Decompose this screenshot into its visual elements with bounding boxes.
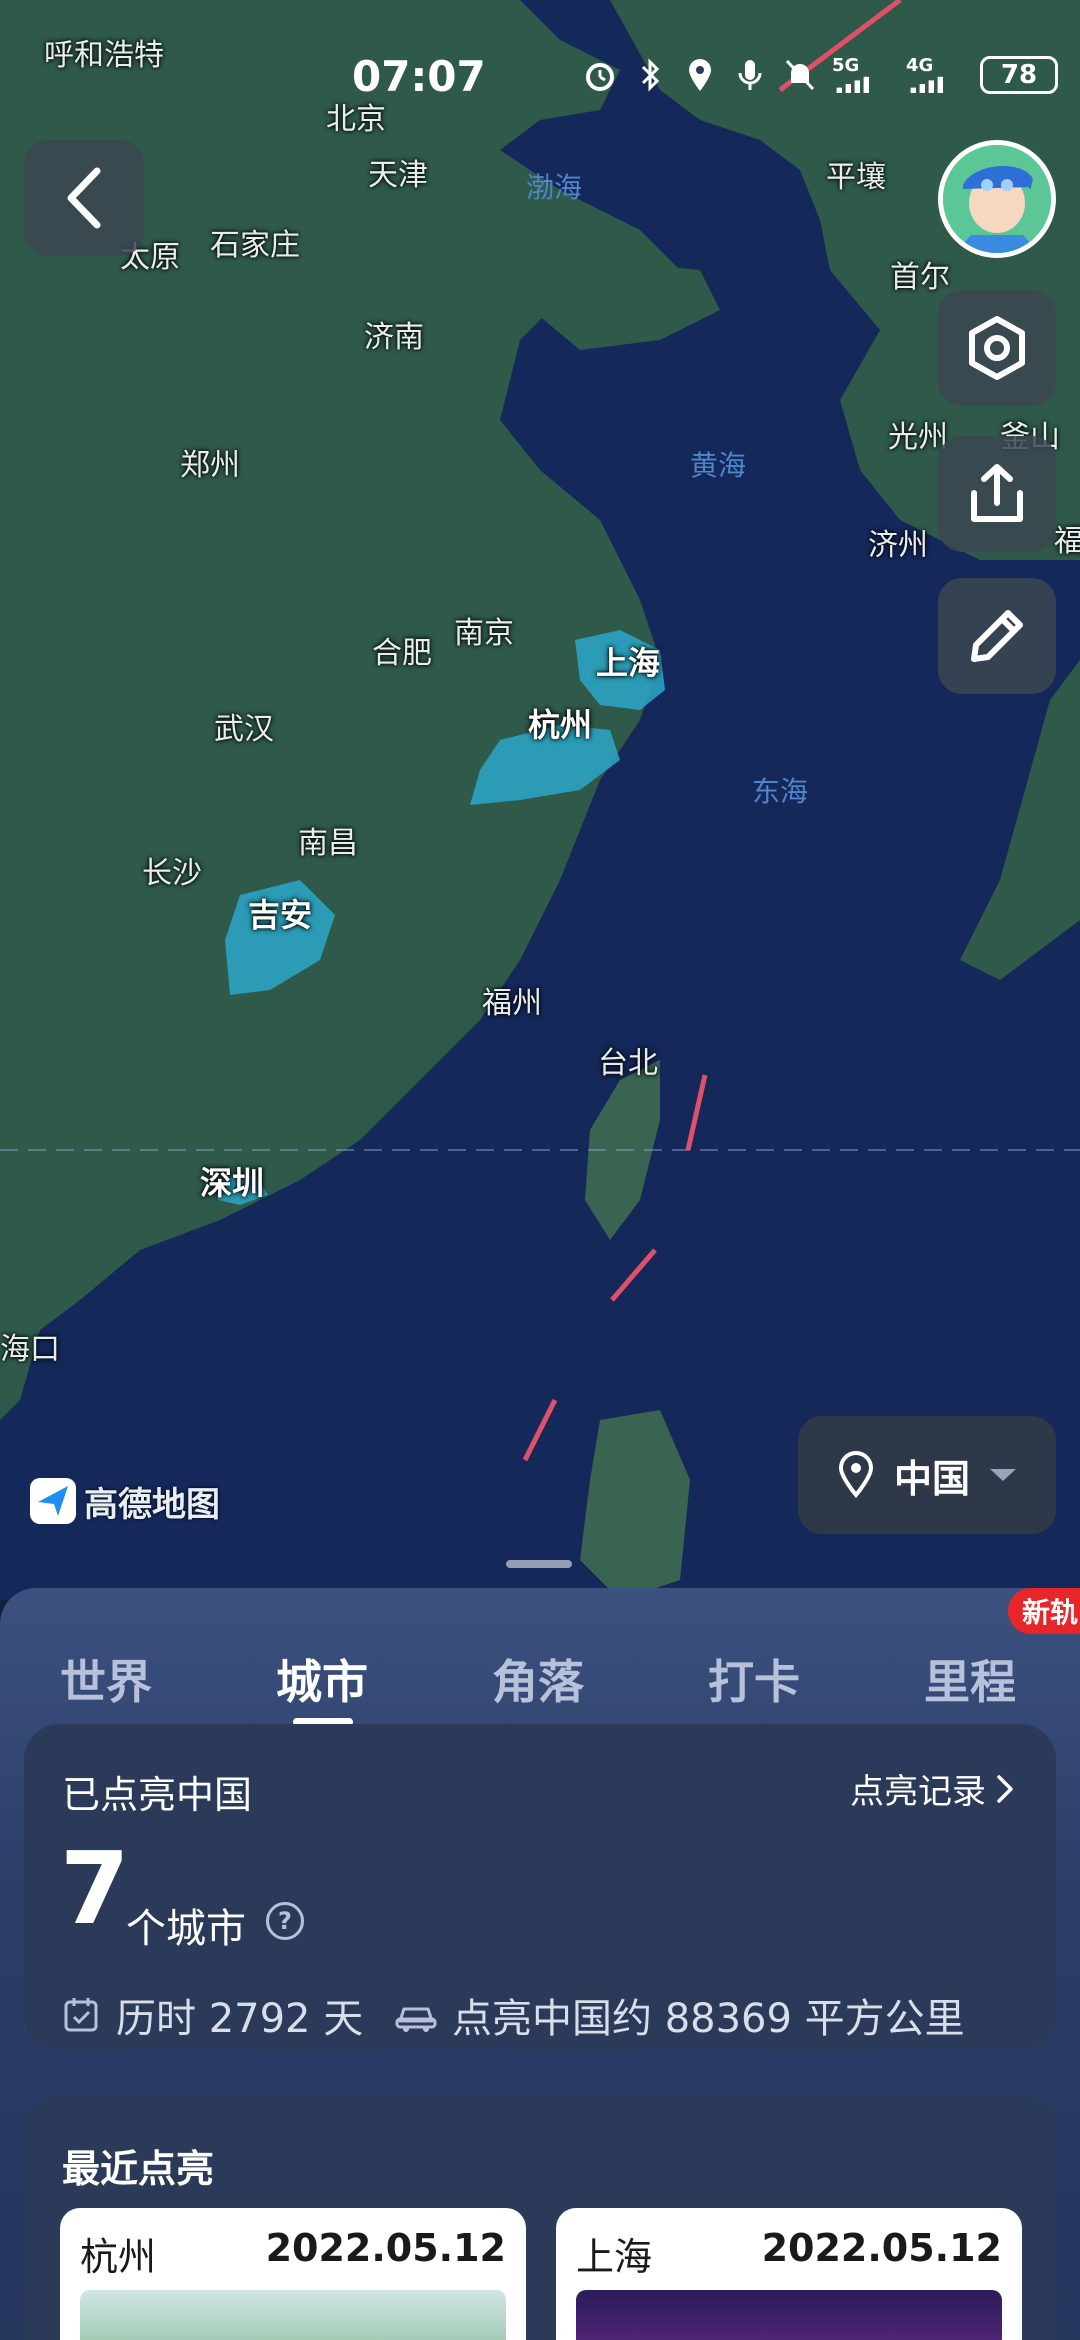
- map-label-zhengzhou: 郑州: [180, 448, 240, 483]
- amap-logo-icon: [30, 1478, 76, 1524]
- map-label-jinan: 济南: [364, 320, 424, 355]
- settings-hexagon-icon: [969, 316, 1025, 380]
- recent-item-photo: [80, 2290, 506, 2340]
- map-label-pyongyang: 平壤: [826, 160, 886, 195]
- network-4g-label: 4G: [906, 55, 934, 76]
- stat-days-text: 历时 2792 天: [116, 1996, 364, 2042]
- recent-title: 最近点亮: [62, 2147, 215, 2191]
- recent-item-shanghai[interactable]: 上海 2022.05.12: [556, 2208, 1022, 2340]
- tab-city[interactable]: 城市: [276, 1646, 368, 1712]
- status-time: 07:07: [352, 52, 486, 101]
- status-bar: 07:07 5G 4G 78: [0, 0, 1080, 150]
- calendar-check-icon: [64, 1998, 98, 2032]
- records-link[interactable]: 点亮记录: [850, 1764, 1016, 1813]
- recent-item-city: 上海: [576, 2235, 653, 2279]
- map-label-tianjin: 天津: [368, 158, 428, 193]
- map-label-fuzhou: 福州: [482, 986, 542, 1021]
- signal-5g-icon: 5G: [832, 57, 892, 93]
- tab-world[interactable]: 世界: [60, 1646, 152, 1712]
- map-view[interactable]: 呼和浩特 北京 天津 太原 石家庄 济南 郑州 合肥 南京 武汉 南昌 长沙 福…: [0, 0, 1080, 1600]
- amap-logo: 高德地图: [28, 1476, 220, 1526]
- chevron-right-icon: [997, 1774, 1013, 1803]
- map-label-hefei: 合肥: [372, 636, 432, 671]
- signal-4g-icon: 4G: [906, 57, 966, 93]
- map-label-wuhan: 武汉: [214, 712, 274, 747]
- recent-card: 最近点亮 杭州 2022.05.12 上海 2022.05.12: [24, 2096, 1056, 2340]
- location-pin-icon: [838, 1451, 873, 1499]
- map-label-fukuoka: 福: [1054, 524, 1080, 559]
- map-label-lit-shenzhen[interactable]: 深圳: [200, 1158, 264, 1204]
- stat-area: 点亮中国约 88369 平方公里: [394, 1986, 965, 2044]
- map-label-nanchang: 南昌: [298, 826, 358, 861]
- recent-item-photo: [576, 2290, 1002, 2340]
- city-count-unit: 个城市: [126, 1906, 246, 1952]
- mic-icon: [732, 57, 768, 93]
- edit-button[interactable]: [938, 578, 1056, 694]
- tab-mileage[interactable]: 里程: [924, 1646, 1016, 1712]
- status-icons: 5G 4G 78: [582, 56, 1058, 94]
- battery-indicator: 78: [980, 56, 1058, 94]
- pencil-icon: [971, 610, 1023, 662]
- location-icon: [682, 57, 718, 93]
- car-icon: [395, 2007, 437, 2032]
- map-label-lit-shanghai[interactable]: 上海: [596, 638, 660, 684]
- back-button[interactable]: [24, 140, 144, 256]
- map-label-changsha: 长沙: [142, 856, 202, 891]
- stat-area-text: 点亮中国约 88369 平方公里: [452, 1996, 965, 2042]
- map-label-taipei: 台北: [598, 1046, 658, 1081]
- recent-item-city: 杭州: [80, 2235, 157, 2279]
- avatar[interactable]: [938, 140, 1056, 258]
- recent-item-date: 2022.05.12: [265, 2226, 506, 2270]
- new-badge: 新轨: [1008, 1588, 1080, 1634]
- map-label-shijiazhuang: 石家庄: [210, 228, 300, 263]
- alarm-icon: [582, 57, 618, 93]
- chevron-left-icon: [67, 167, 101, 229]
- stats-card: 已点亮中国 点亮记录 7 个城市 ? 历时 2792 天 点亮中国约 88369…: [24, 1724, 1056, 2050]
- map-label-haikou: 海口: [0, 1332, 60, 1367]
- map-label-lit-hangzhou[interactable]: 杭州: [528, 700, 592, 746]
- network-5g-label: 5G: [832, 55, 860, 76]
- share-icon: [971, 464, 1023, 522]
- map-label-lit-jian[interactable]: 吉安: [248, 890, 312, 936]
- recent-item-date: 2022.05.12: [761, 2226, 1002, 2270]
- caret-down-icon: [990, 1469, 1016, 1481]
- tab-corner[interactable]: 角落: [492, 1646, 584, 1712]
- stat-days: 历时 2792 天: [62, 1986, 363, 2044]
- city-count: 7: [60, 1830, 130, 1947]
- region-label: 中国: [893, 1456, 970, 1501]
- mute-icon: [782, 57, 818, 93]
- map-label-gwangju: 光州: [888, 420, 948, 455]
- avatar-image: [943, 145, 1051, 253]
- sheet-drag-handle[interactable]: [506, 1560, 572, 1568]
- bluetooth-icon: [632, 57, 668, 93]
- stats-title: 已点亮中国: [62, 1773, 253, 1817]
- help-icon[interactable]: ?: [266, 1902, 304, 1940]
- amap-logo-text: 高德地图: [84, 1484, 220, 1525]
- share-button[interactable]: [938, 436, 1056, 552]
- settings-button[interactable]: [938, 290, 1056, 406]
- records-link-label: 点亮记录: [850, 1772, 986, 1812]
- map-label-huanghai: 黄海: [690, 449, 747, 482]
- map-label-bohai: 渤海: [526, 171, 583, 204]
- map-label-jeju: 济州: [868, 528, 928, 563]
- region-selector[interactable]: 中国: [798, 1416, 1056, 1534]
- tab-checkin[interactable]: 打卡: [708, 1646, 800, 1712]
- recent-item-hangzhou[interactable]: 杭州 2022.05.12: [60, 2208, 526, 2340]
- tab-bar: 世界 城市 角落 打卡 里程: [0, 1608, 1080, 1728]
- map-label-nanjing: 南京: [454, 616, 514, 651]
- bottom-sheet: 世界 城市 角落 打卡 里程 新轨 已点亮中国 点亮记录 7 个城市 ? 历时 …: [0, 1588, 1080, 2340]
- map-label-seoul: 首尔: [890, 260, 950, 295]
- map-label-donghai: 东海: [752, 775, 809, 808]
